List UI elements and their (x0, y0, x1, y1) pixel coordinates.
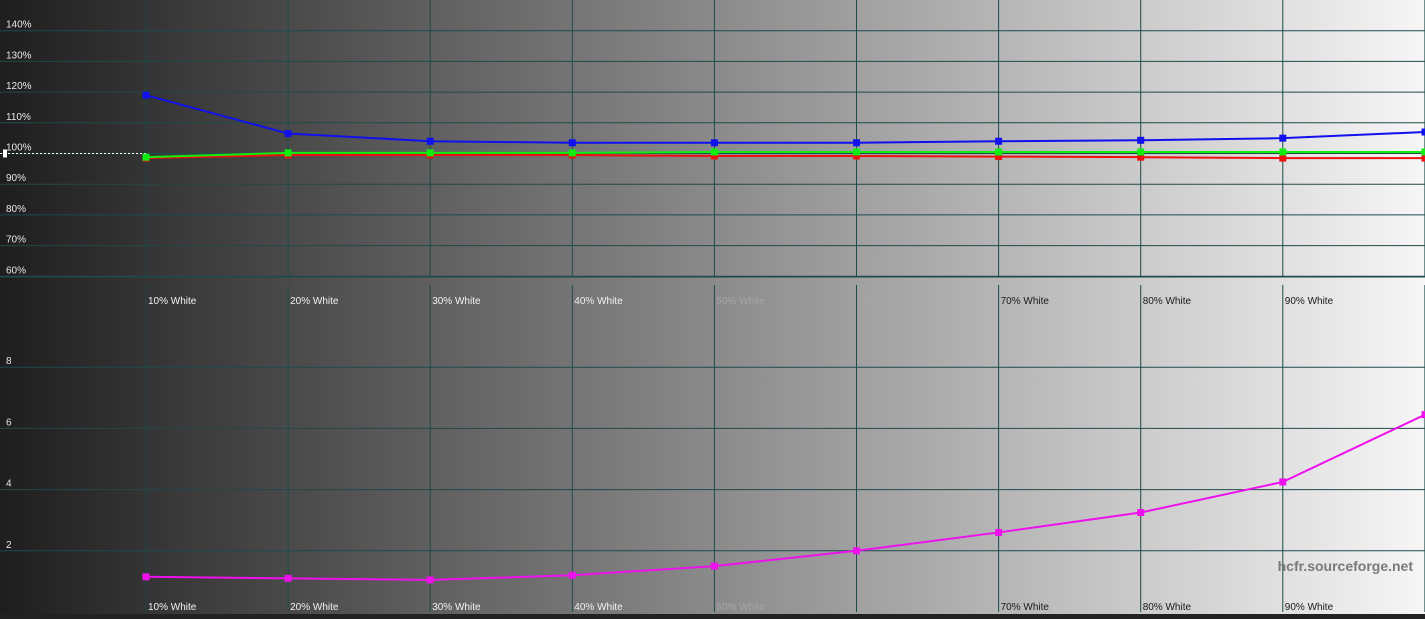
y-tick-label: 120% (6, 81, 32, 92)
x-tick-label: 10% White (148, 602, 197, 613)
series-point (711, 139, 718, 146)
series-point (1137, 148, 1144, 155)
series-point (1279, 478, 1286, 485)
x-tick-label: 10% White (148, 296, 197, 307)
series-point (1137, 137, 1144, 144)
series-point (853, 547, 860, 554)
series-point (285, 575, 292, 582)
x-tick-label: 20% White (290, 296, 339, 307)
series-point (427, 138, 434, 145)
series-point (711, 563, 718, 570)
y-tick-label: 90% (6, 173, 26, 184)
x-tick-label: 50% White (716, 296, 765, 307)
x-tick-label: 80% White (1143, 602, 1192, 613)
y-tick-label: 80% (6, 204, 26, 215)
series-point (143, 154, 150, 161)
series-point (853, 139, 860, 146)
y-tick-label: 6 (6, 417, 12, 428)
x-tick-label: 60% White (859, 296, 908, 307)
series-point (1279, 135, 1286, 142)
series-point (569, 139, 576, 146)
chart-root: 60% 70% 80% 90% 100% 110% 120% 130% 140% 10% Whit… (0, 0, 1425, 614)
y-tick-label: 60% (6, 265, 26, 276)
x-tick-label: 80% White (1143, 296, 1192, 307)
series-point (853, 148, 860, 155)
x-tick-label: 20% White (290, 602, 339, 613)
y-tick-label: 130% (6, 50, 32, 61)
x-tick-label: 40% White (574, 602, 623, 613)
series-point (143, 573, 150, 580)
series-point (143, 92, 150, 99)
series-point (1279, 155, 1286, 162)
x-tick-label: 90% White (1285, 602, 1334, 613)
y-tick-label: 110% (6, 112, 31, 123)
watermark: hcfr.sourceforge.net (1278, 558, 1414, 574)
series-point (1422, 155, 1425, 162)
series-point (1422, 148, 1425, 155)
series-point (427, 149, 434, 156)
y-tick-label: 140% (6, 20, 32, 31)
x-tick-label: 50% White (716, 602, 765, 613)
series-point (1279, 148, 1286, 155)
y-tick-label: 4 (6, 479, 12, 490)
series-point (1137, 509, 1144, 516)
series-point (1422, 411, 1425, 418)
series-point (995, 148, 1002, 155)
series-point (285, 149, 292, 156)
y-tick-label: 8 (6, 356, 12, 367)
x-tick-label: 30% White (432, 602, 481, 613)
x-tick-label: 90% White (1285, 296, 1334, 307)
x-tick-label: 30% White (432, 296, 481, 307)
chart-svg: 60% 70% 80% 90% 100% 110% 120% 130% 140% 10% Whit… (0, 0, 1425, 614)
series-point (995, 529, 1002, 536)
series-point (569, 149, 576, 156)
y-tick-label: 2 (6, 540, 12, 551)
x-tick-label: 70% White (1001, 296, 1050, 307)
x-tick-label: 40% White (574, 296, 623, 307)
series-point (427, 576, 434, 583)
y-tick-label: 100% (6, 143, 32, 154)
x-tick-label: 60% White (859, 602, 908, 613)
series-point (285, 130, 292, 137)
series-point (711, 148, 718, 155)
series-point (569, 572, 576, 579)
series-point (1422, 129, 1425, 136)
x-tick-label: 70% White (1001, 602, 1050, 613)
y-tick-label: 70% (6, 235, 26, 246)
series-point (995, 138, 1002, 145)
